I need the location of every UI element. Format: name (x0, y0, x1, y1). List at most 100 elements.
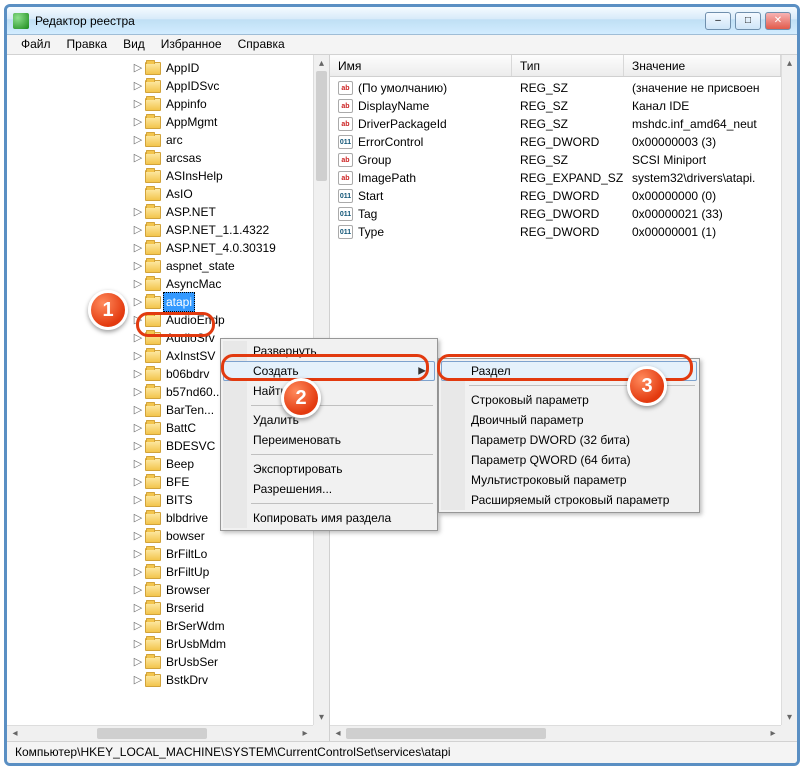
close-button[interactable]: ✕ (765, 12, 791, 30)
tree-scrollbar-horizontal[interactable]: ◂ ▸ (7, 725, 313, 741)
ctx-find[interactable]: Найти... (223, 381, 435, 401)
tree-node-brserid[interactable]: ▷Brserid (133, 599, 311, 617)
tree-node-bstkdrv[interactable]: ▷BstkDrv (133, 671, 311, 689)
column-headers[interactable]: Имя Тип Значение (330, 55, 781, 77)
expander-icon[interactable]: ▷ (133, 599, 143, 617)
tree-node-label: BattC (163, 419, 199, 437)
col-header-type[interactable]: Тип (512, 55, 624, 76)
tree-node-asyncmac[interactable]: ▷AsyncMac (133, 275, 311, 293)
list-scrollbar-vertical[interactable]: ▴ ▾ (781, 55, 797, 725)
menu-favorites[interactable]: Избранное (153, 35, 230, 54)
expander-icon[interactable]: ▷ (133, 239, 143, 257)
expander-icon[interactable]: ▷ (133, 149, 143, 167)
tree-node-asp.net_1.1.4322[interactable]: ▷ASP.NET_1.1.4322 (133, 221, 311, 239)
expander-icon[interactable] (133, 185, 143, 203)
expander-icon[interactable]: ▷ (133, 293, 143, 311)
expander-icon[interactable]: ▷ (133, 527, 143, 545)
tree-node-brfiltlo[interactable]: ▷BrFiltLo (133, 545, 311, 563)
expander-icon[interactable]: ▷ (133, 311, 143, 329)
expander-icon[interactable]: ▷ (133, 257, 143, 275)
expander-icon[interactable]: ▷ (133, 491, 143, 509)
tree-node-label: BrUsbSer (163, 653, 221, 671)
col-header-name[interactable]: Имя (330, 55, 512, 76)
ctx-copy-key-name[interactable]: Копировать имя раздела (223, 508, 435, 528)
ctx-expand[interactable]: Развернуть (223, 341, 435, 361)
expander-icon[interactable]: ▷ (133, 221, 143, 239)
tree-node-atapi[interactable]: ▷atapi (133, 293, 311, 311)
ctx-new-dword[interactable]: Параметр DWORD (32 бита) (441, 430, 697, 450)
ctx-new-multistring[interactable]: Мультистроковый параметр (441, 470, 697, 490)
expander-icon[interactable]: ▷ (133, 419, 143, 437)
menu-edit[interactable]: Правка (59, 35, 116, 54)
list-scrollbar-horizontal[interactable]: ◂ ▸ (330, 725, 781, 741)
titlebar[interactable]: Редактор реестра – □ ✕ (7, 7, 797, 35)
tree-node-asp.net_4.0.30319[interactable]: ▷ASP.NET_4.0.30319 (133, 239, 311, 257)
expander-icon[interactable]: ▷ (133, 203, 143, 221)
menu-view[interactable]: Вид (115, 35, 153, 54)
value-row[interactable]: abGroupREG_SZSCSI Miniport (330, 151, 781, 169)
tree-node-aspnet_state[interactable]: ▷aspnet_state (133, 257, 311, 275)
expander-icon[interactable]: ▷ (133, 635, 143, 653)
expander-icon[interactable]: ▷ (133, 131, 143, 149)
tree-node-browser[interactable]: ▷Browser (133, 581, 311, 599)
ctx-rename[interactable]: Переименовать (223, 430, 435, 450)
expander-icon[interactable]: ▷ (133, 59, 143, 77)
expander-icon[interactable]: ▷ (133, 563, 143, 581)
expander-icon[interactable] (133, 167, 143, 185)
value-row[interactable]: abDisplayNameREG_SZКанал IDE (330, 97, 781, 115)
expander-icon[interactable]: ▷ (133, 275, 143, 293)
menu-file[interactable]: Файл (13, 35, 59, 54)
tree-node-brusbmdm[interactable]: ▷BrUsbMdm (133, 635, 311, 653)
tree-node-brserwdm[interactable]: ▷BrSerWdm (133, 617, 311, 635)
value-list[interactable]: ab(По умолчанию)REG_SZ(значение не присв… (330, 77, 781, 243)
tree-node-brusbser[interactable]: ▷ BrUsbSer (133, 653, 311, 671)
expander-icon[interactable]: ▷ (133, 617, 143, 635)
expander-icon[interactable]: ▷ (133, 455, 143, 473)
col-header-value[interactable]: Значение (624, 55, 781, 76)
expander-icon[interactable]: ▷ (133, 365, 143, 383)
value-row[interactable]: abImagePathREG_EXPAND_SZsystem32\drivers… (330, 169, 781, 187)
value-row[interactable]: 011TagREG_DWORD0x00000021 (33) (330, 205, 781, 223)
maximize-button[interactable]: □ (735, 12, 761, 30)
expander-icon[interactable]: ▷ (133, 473, 143, 491)
menu-help[interactable]: Справка (230, 35, 293, 54)
minimize-button[interactable]: – (705, 12, 731, 30)
expander-icon[interactable]: ▷ (133, 509, 143, 527)
tree-node-arc[interactable]: ▷arc (133, 131, 311, 149)
expander-icon[interactable]: ▷ (133, 77, 143, 95)
expander-icon[interactable]: ▷ (133, 113, 143, 131)
expander-icon[interactable]: ▷ (133, 581, 143, 599)
expander-icon[interactable]: ▷ (133, 347, 143, 365)
tree-node-brfiltup[interactable]: ▷BrFiltUp (133, 563, 311, 581)
ctx-new-binary[interactable]: Двоичный параметр (441, 410, 697, 430)
ctx-create[interactable]: Создать ▶ (223, 361, 435, 381)
expander-icon[interactable]: ▷ (133, 545, 143, 563)
ctx-delete[interactable]: Удалить (223, 410, 435, 430)
tree-node-audioendp[interactable]: ▷AudioEndp (133, 311, 311, 329)
expander-icon[interactable]: ▷ (133, 329, 143, 347)
expander-icon[interactable]: ▷ (133, 95, 143, 113)
value-row[interactable]: abDriverPackageIdREG_SZmshdc.inf_amd64_n… (330, 115, 781, 133)
expander-icon[interactable]: ▷ (133, 671, 143, 689)
ctx-permissions[interactable]: Разрешения... (223, 479, 435, 499)
value-row[interactable]: ab(По умолчанию)REG_SZ(значение не присв… (330, 79, 781, 97)
tree-node-appid[interactable]: ▷AppID (133, 59, 311, 77)
ctx-export[interactable]: Экспортировать (223, 459, 435, 479)
tree-node-appidsvc[interactable]: ▷AppIDSvc (133, 77, 311, 95)
ctx-new-expandstring[interactable]: Расширяемый строковый параметр (441, 490, 697, 510)
value-row[interactable]: 011StartREG_DWORD0x00000000 (0) (330, 187, 781, 205)
value-data: system32\drivers\atapi. (624, 171, 781, 185)
expander-icon[interactable]: ▷ (133, 437, 143, 455)
tree-node-asinshelp[interactable]: ASInsHelp (133, 167, 311, 185)
tree-node-asp.net[interactable]: ▷ASP.NET (133, 203, 311, 221)
expander-icon[interactable]: ▷ (133, 401, 143, 419)
tree-node-appmgmt[interactable]: ▷AppMgmt (133, 113, 311, 131)
tree-node-asio[interactable]: AsIO (133, 185, 311, 203)
expander-icon[interactable]: ▷ (133, 653, 143, 671)
value-row[interactable]: 011ErrorControlREG_DWORD0x00000003 (3) (330, 133, 781, 151)
expander-icon[interactable]: ▷ (133, 383, 143, 401)
value-row[interactable]: 011TypeREG_DWORD0x00000001 (1) (330, 223, 781, 241)
tree-node-arcsas[interactable]: ▷arcsas (133, 149, 311, 167)
ctx-new-qword[interactable]: Параметр QWORD (64 бита) (441, 450, 697, 470)
tree-node-appinfo[interactable]: ▷Appinfo (133, 95, 311, 113)
